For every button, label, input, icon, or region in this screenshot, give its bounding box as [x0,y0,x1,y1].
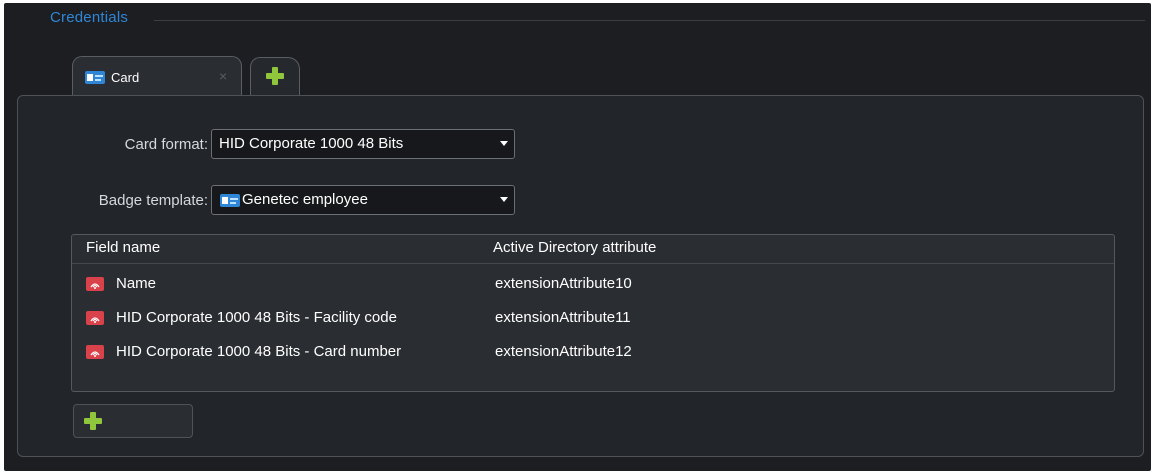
plus-icon [84,412,102,430]
table-header: Field name Active Directory attribute [72,235,1114,264]
badge-icon [220,194,240,207]
badge-template-label: Badge template: [98,192,208,209]
rfid-icon [86,345,104,359]
ad-attribute-cell: extensionAttribute12 [495,343,632,360]
badge-template-value: Genetec employee [242,191,368,208]
column-header-ad-attribute[interactable]: Active Directory attribute [493,239,656,256]
ad-attribute-cell: extensionAttribute11 [495,309,631,326]
field-name-cell: Name [116,275,157,292]
card-icon [85,71,105,84]
plus-icon [266,67,284,85]
close-icon[interactable]: × [219,68,227,84]
card-format-value: HID Corporate 1000 48 Bits [219,135,404,152]
field-name-cell: HID Corporate 1000 48 Bits - Card number [116,343,402,360]
chevron-down-icon [500,197,508,202]
table-row[interactable]: HID Corporate 1000 48 Bits - Card number… [72,337,1114,371]
section-divider [154,20,1145,21]
credentials-window: Credentials Card × Card format: HID Corp… [4,3,1151,471]
tab-card-label: Card [111,70,140,85]
field-name-cell: HID Corporate 1000 48 Bits - Facility co… [116,309,397,326]
add-tab-button[interactable] [250,57,300,95]
chevron-down-icon [500,141,508,146]
column-header-field-name[interactable]: Field name [86,239,160,256]
ad-attribute-cell: extensionAttribute10 [495,275,632,292]
badge-template-select[interactable]: Genetec employee [211,185,515,215]
add-field-button[interactable] [73,404,193,438]
tab-card[interactable]: Card × [72,56,242,100]
section-title: Credentials [50,9,129,26]
table-row[interactable]: Name extensionAttribute10 [72,269,1114,303]
card-format-label: Card format: [124,136,208,153]
card-format-select[interactable]: HID Corporate 1000 48 Bits [211,129,515,159]
field-mapping-table: Field name Active Directory attribute Na… [71,234,1115,392]
table-row[interactable]: HID Corporate 1000 48 Bits - Facility co… [72,303,1114,337]
rfid-icon [86,311,104,325]
rfid-icon [86,277,104,291]
